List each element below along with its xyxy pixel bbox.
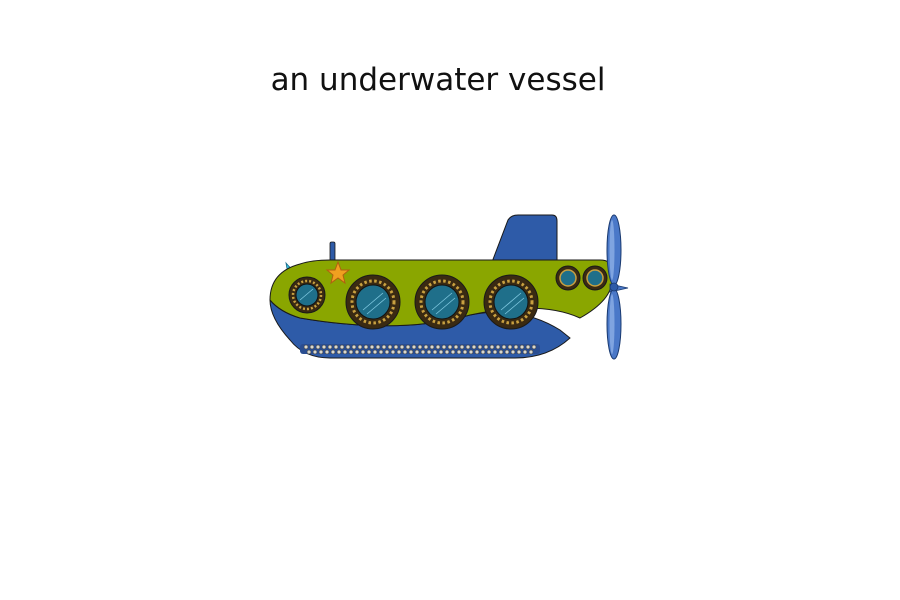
porthole-1: [345, 274, 401, 330]
porthole-small-1: [555, 265, 581, 291]
rivet-strip: [300, 344, 540, 355]
porthole-2: [414, 274, 470, 330]
canvas: an underwater vessel: [0, 0, 900, 600]
porthole-front: [288, 276, 326, 314]
submarine-illustration: [269, 214, 629, 360]
conning-tower: [491, 214, 558, 263]
porthole-small-2: [582, 265, 608, 291]
porthole-3: [483, 274, 539, 330]
propeller: [606, 214, 629, 360]
